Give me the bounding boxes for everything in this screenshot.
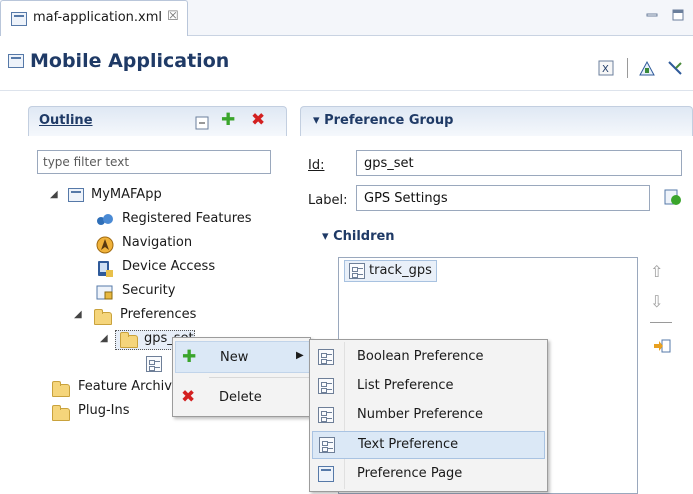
editor-tab[interactable]: maf-application.xml ☒ — [0, 0, 188, 36]
tools-icon[interactable] — [667, 60, 683, 76]
context-menu: ✚ New ▶ ✖ Delete — [172, 337, 311, 417]
submenu-boolean-preference[interactable]: Boolean Preference — [312, 344, 545, 372]
security-icon — [96, 285, 113, 300]
deploy-icon[interactable] — [638, 60, 656, 76]
expanded-arrow-icon[interactable]: ◢ — [74, 309, 82, 320]
submenu-number-preference[interactable]: Number Preference — [312, 402, 545, 430]
preference-icon — [318, 378, 334, 394]
context-menu-new[interactable]: ✚ New ▶ — [175, 341, 310, 373]
side-separator — [650, 322, 672, 323]
id-label: Id: — [308, 158, 325, 173]
insert-icon[interactable] — [653, 338, 671, 354]
preference-icon — [319, 437, 335, 453]
preference-icon — [146, 356, 162, 372]
header-divider — [0, 90, 693, 91]
preference-group-panel-header[interactable]: ▾ Preference Group — [300, 106, 693, 136]
move-up-icon[interactable]: ⇧ — [650, 262, 663, 281]
device-access-icon — [98, 261, 113, 277]
expanded-arrow-icon[interactable]: ◢ — [100, 333, 108, 344]
page-title: Mobile Application — [30, 50, 230, 72]
children-section-title[interactable]: ▾ Children — [322, 229, 395, 244]
preference-page-icon — [318, 466, 334, 482]
id-field[interactable] — [356, 150, 682, 176]
outline-filter-input[interactable] — [37, 150, 271, 174]
preference-icon — [349, 263, 365, 279]
label-label: Label: — [308, 193, 348, 208]
xml-file-icon — [11, 12, 27, 26]
close-tab-icon[interactable]: ☒ — [167, 9, 179, 24]
list-item[interactable]: track_gps — [344, 260, 437, 282]
maximize-icon[interactable] — [671, 8, 685, 22]
delete-icon[interactable]: ✖ — [251, 112, 265, 129]
submenu-preference-page[interactable]: Preference Page — [312, 461, 545, 489]
label-field[interactable] — [356, 185, 650, 211]
menu-separator — [209, 377, 309, 378]
editor-tab-strip: maf-application.xml ☒ — [0, 0, 693, 36]
collapse-all-icon[interactable] — [195, 116, 209, 130]
add-icon[interactable]: ✚ — [221, 112, 235, 129]
delete-icon: ✖ — [181, 387, 196, 407]
minimize-icon[interactable] — [645, 8, 659, 22]
context-menu-delete[interactable]: ✖ Delete — [175, 382, 310, 414]
navigation-icon — [96, 236, 114, 254]
expanded-arrow-icon[interactable]: ◢ — [50, 189, 58, 200]
features-icon — [97, 214, 113, 225]
toolbar-separator — [627, 58, 628, 78]
folder-open-icon — [94, 309, 112, 325]
add-icon: ✚ — [182, 347, 197, 367]
submenu-text-preference[interactable]: Text Preference — [312, 431, 545, 459]
folder-icon — [52, 405, 70, 421]
submenu-arrow-icon: ▶ — [296, 350, 304, 361]
source-view-icon[interactable]: X — [598, 60, 614, 76]
move-down-icon[interactable]: ⇩ — [650, 292, 663, 311]
application-file-icon — [68, 188, 84, 202]
svg-text:X: X — [602, 64, 609, 75]
editor-tab-title: maf-application.xml — [33, 10, 162, 25]
preference-group-icon — [120, 332, 138, 348]
submenu-list-preference[interactable]: List Preference — [312, 373, 545, 401]
new-submenu: Boolean Preference List Preference Numbe… — [309, 339, 548, 492]
outline-title: Outline — [39, 113, 93, 128]
folder-icon — [52, 381, 70, 397]
outline-panel-header: Outline ✚ ✖ — [28, 106, 287, 136]
mobile-application-icon — [8, 54, 24, 68]
preference-group-title: ▾ Preference Group — [313, 113, 454, 128]
translate-icon[interactable] — [663, 188, 683, 208]
preference-icon — [318, 349, 334, 365]
preference-icon — [318, 407, 334, 423]
